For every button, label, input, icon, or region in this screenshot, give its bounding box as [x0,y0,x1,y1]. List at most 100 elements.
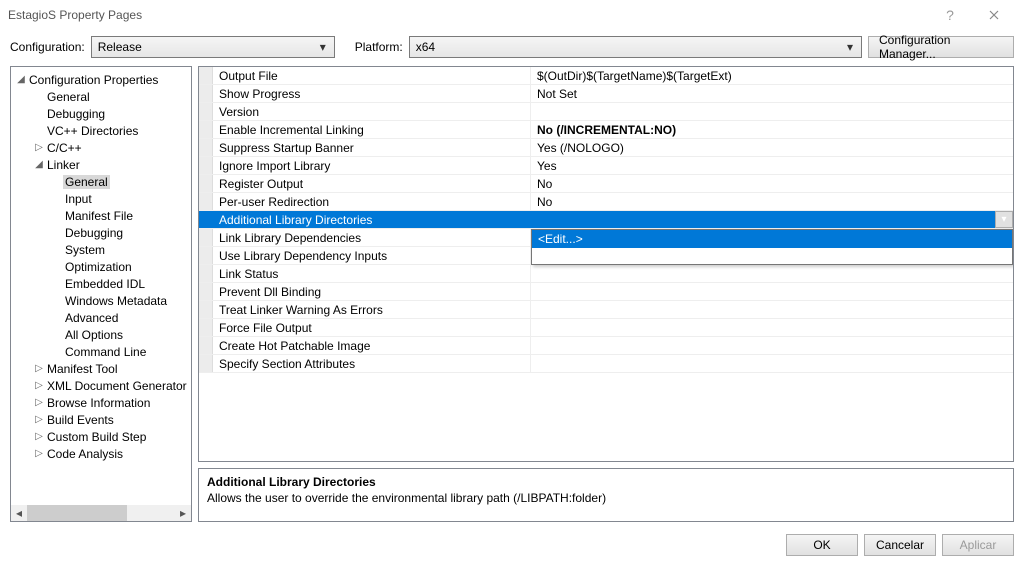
property-value[interactable]: No [531,175,1013,192]
row-gutter [199,67,213,84]
tree-item[interactable]: ▷Manifest Tool [11,360,191,377]
property-row[interactable]: Show ProgressNot Set [199,85,1013,103]
tree-item[interactable]: System [11,241,191,258]
tree-item[interactable]: ◢Configuration Properties [11,71,191,88]
property-row[interactable]: Additional Library Directories▾<Edit...> [199,211,1013,229]
cancel-button[interactable]: Cancelar [864,534,936,556]
tree-item[interactable]: Command Line [11,343,191,360]
tree-item[interactable]: General [11,173,191,190]
platform-select[interactable]: x64 ▾ [409,36,862,58]
expand-icon[interactable]: ▷ [33,414,45,425]
collapse-icon[interactable]: ◢ [15,74,27,85]
property-value[interactable] [531,319,1013,336]
property-value[interactable]: Yes [531,157,1013,174]
property-row[interactable]: Suppress Startup BannerYes (/NOLOGO) [199,139,1013,157]
property-value[interactable] [531,301,1013,318]
tree-item[interactable]: ▷Code Analysis [11,445,191,462]
scroll-left-icon[interactable]: ◂ [11,505,27,521]
tree-item[interactable]: Manifest File [11,207,191,224]
property-row[interactable]: Treat Linker Warning As Errors [199,301,1013,319]
scroll-right-icon[interactable]: ▸ [175,505,191,521]
property-row[interactable]: Specify Section Attributes [199,355,1013,373]
property-label: Link Library Dependencies [213,229,531,246]
expand-icon[interactable]: ▷ [33,448,45,459]
property-value[interactable]: Not Set [531,85,1013,102]
tree-item[interactable]: Debugging [11,105,191,122]
configuration-select[interactable]: Release ▾ [91,36,335,58]
row-gutter [199,175,213,192]
close-button[interactable] [972,0,1016,30]
property-row[interactable]: Ignore Import LibraryYes [199,157,1013,175]
property-value[interactable] [531,283,1013,300]
tree-item-label: All Options [63,328,125,342]
tree-item-label: Manifest File [63,209,135,223]
scroll-thumb[interactable] [27,505,127,521]
property-grid[interactable]: Output File$(OutDir)$(TargetName)$(Targe… [199,67,1013,461]
tree-item-label: Manifest Tool [45,362,119,376]
tree-item[interactable]: Advanced [11,309,191,326]
property-row[interactable]: Create Hot Patchable Image [199,337,1013,355]
property-value[interactable]: ▾<Edit...> [531,211,1013,228]
tree-hscrollbar[interactable]: ◂ ▸ [11,505,191,521]
property-value[interactable] [531,103,1013,120]
expand-icon[interactable]: ▷ [33,380,45,391]
tree-item[interactable]: VC++ Directories [11,122,191,139]
tree-item[interactable]: All Options [11,326,191,343]
dropdown-button[interactable]: ▾ [995,211,1013,228]
collapse-icon[interactable]: ◢ [33,159,45,170]
property-label: Enable Incremental Linking [213,121,531,138]
property-value[interactable]: $(OutDir)$(TargetName)$(TargetExt) [531,67,1013,84]
configuration-manager-button[interactable]: Configuration Manager... [868,36,1014,58]
tree-item[interactable]: Debugging [11,224,191,241]
tree-item[interactable]: General [11,88,191,105]
expand-icon[interactable]: ▷ [33,363,45,374]
property-row[interactable]: Version [199,103,1013,121]
property-row[interactable]: Per-user RedirectionNo [199,193,1013,211]
row-gutter [199,355,213,372]
property-row[interactable]: Force File Output [199,319,1013,337]
tree-item-label: Build Events [45,413,116,427]
tree-item-label: Optimization [63,260,134,274]
property-value[interactable] [531,355,1013,372]
expand-icon[interactable]: ▷ [33,397,45,408]
property-value[interactable]: No [531,193,1013,210]
dropdown-option[interactable] [532,248,1012,252]
property-row[interactable]: Prevent Dll Binding [199,283,1013,301]
property-value[interactable]: Yes (/NOLOGO) [531,139,1013,156]
tree-item[interactable]: ◢Linker [11,156,191,173]
property-row[interactable]: Link Status [199,265,1013,283]
tree-item[interactable]: ▷Custom Build Step [11,428,191,445]
tree-item[interactable]: Windows Metadata [11,292,191,309]
property-row[interactable]: Register OutputNo [199,175,1013,193]
tree-item[interactable]: Embedded IDL [11,275,191,292]
tree-item[interactable]: ▷Build Events [11,411,191,428]
expand-icon[interactable]: ▷ [33,431,45,442]
tree-item[interactable]: Optimization [11,258,191,275]
tree-item-label: VC++ Directories [45,124,140,138]
tree-item[interactable]: ▷C/C++ [11,139,191,156]
tree-item[interactable]: ▷XML Document Generator [11,377,191,394]
property-value-text: No [537,177,552,191]
row-gutter [199,283,213,300]
description-box: Additional Library Directories Allows th… [198,468,1014,522]
dropdown-option[interactable]: <Edit...> [532,230,1012,248]
row-gutter [199,301,213,318]
property-value[interactable]: No (/INCREMENTAL:NO) [531,121,1013,138]
ok-button[interactable]: OK [786,534,858,556]
tree-item[interactable]: Input [11,190,191,207]
property-value[interactable] [531,337,1013,354]
property-row[interactable]: Enable Incremental LinkingNo (/INCREMENT… [199,121,1013,139]
expand-icon[interactable]: ▷ [33,142,45,153]
tree-item-label: C/C++ [45,141,84,155]
apply-button[interactable]: Aplicar [942,534,1014,556]
nav-tree[interactable]: ◢Configuration PropertiesGeneralDebuggin… [11,67,191,505]
help-button[interactable]: ? [928,0,972,30]
property-row[interactable]: Output File$(OutDir)$(TargetName)$(Targe… [199,67,1013,85]
property-value[interactable] [531,265,1013,282]
dropdown-popup[interactable]: <Edit...> [531,229,1013,265]
scroll-track[interactable] [27,505,175,521]
tree-item[interactable]: ▷Browse Information [11,394,191,411]
property-value-text: Yes [537,159,557,173]
tree-item-label: General [63,175,110,189]
row-gutter [199,229,213,246]
